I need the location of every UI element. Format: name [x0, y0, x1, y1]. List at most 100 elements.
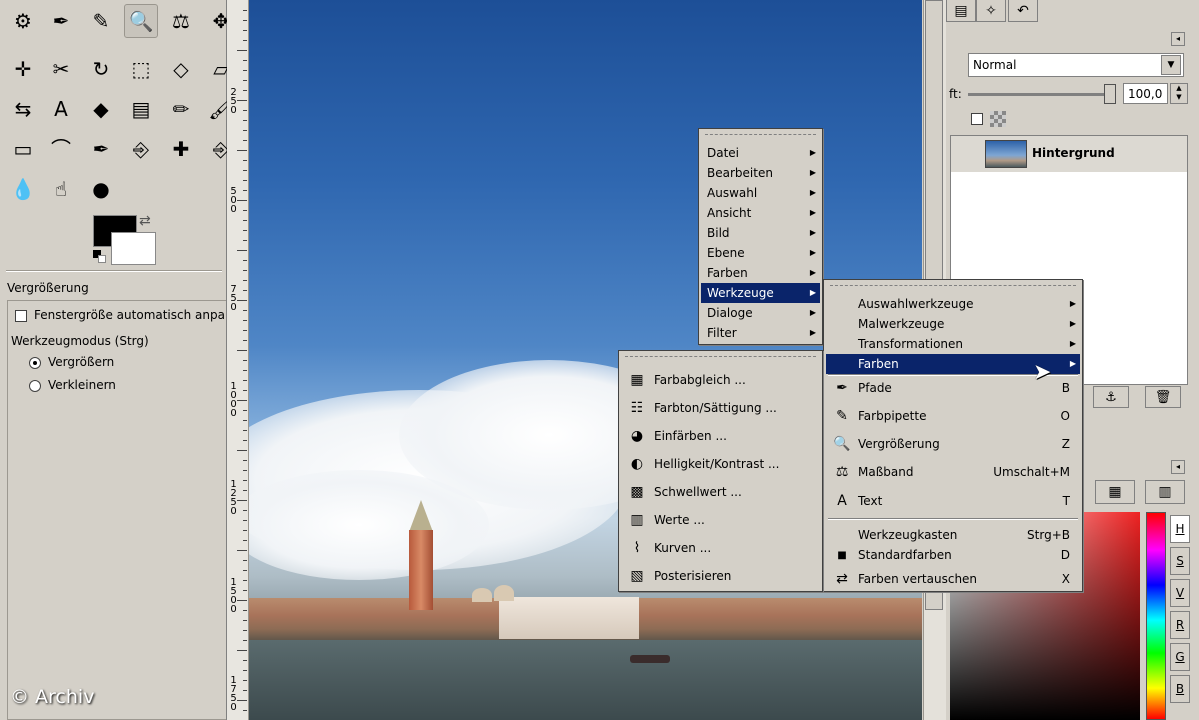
menu-item-label: Einfärben ...: [654, 429, 727, 443]
tools-menu-item[interactable]: Malwerkzeuge ▶: [826, 314, 1080, 334]
dock-menu-icon[interactable]: ◂: [1171, 460, 1185, 474]
zoom-in-radio[interactable]: [29, 357, 41, 369]
smudge-icon[interactable]: ☝: [44, 172, 78, 206]
channel-button-h[interactable]: H: [1170, 515, 1190, 543]
tools-menu-item[interactable]: A Text T: [826, 491, 1080, 511]
menu-item-label: Farben: [707, 266, 748, 280]
opacity-slider-handle[interactable]: [1104, 84, 1116, 104]
move-icon[interactable]: ✛: [6, 52, 40, 86]
tools-menu-item[interactable]: 🔍 Vergrößerung Z: [826, 434, 1080, 454]
rotate-icon[interactable]: ↻: [84, 52, 118, 86]
colors-menu-item[interactable]: ▩ Schwellwert ...: [621, 482, 820, 502]
tools-menu-item[interactable]: ✎ Farbpipette O: [826, 406, 1080, 426]
paths-tab-icon[interactable]: ✧: [976, 0, 1006, 22]
zoom-icon[interactable]: 🔍: [124, 4, 158, 38]
menu-shortcut: Umschalt+M: [993, 465, 1070, 479]
colors-menu-item[interactable]: ▦ Farbabgleich ...: [621, 370, 820, 390]
menu-item-label: Kurven ...: [654, 541, 712, 555]
vertical-ruler[interactable]: 2 5 05 0 07 5 01 0 0 01 2 5 01 5 0 01 7 …: [227, 0, 249, 720]
flip-icon[interactable]: ⇆: [6, 92, 40, 126]
ruler-tick: [243, 630, 247, 631]
color-palette-tab-icon[interactable]: ▦: [1095, 480, 1135, 504]
tearoff-line[interactable]: [625, 356, 816, 357]
colorize-icon: ◕: [630, 428, 644, 444]
delete-layer-icon[interactable]: 🗑: [1145, 386, 1181, 408]
menu-item-dialoge[interactable]: Dialoge ▶: [701, 303, 820, 323]
anchor-layer-icon[interactable]: ⚓: [1093, 386, 1129, 408]
perspective-icon[interactable]: ◇: [164, 52, 198, 86]
colors-menu-item[interactable]: ◕ Einfärben ...: [621, 426, 820, 446]
colors-menu-item[interactable]: ☷ Farbton/Sättigung ...: [621, 398, 820, 418]
measure-icon[interactable]: ⚖: [164, 4, 198, 38]
colors-menu-item[interactable]: ▥ Werte ...: [621, 510, 820, 530]
colors-menu-item[interactable]: ⌇ Kurven ...: [621, 538, 820, 558]
ruler-tick: [243, 360, 247, 361]
menu-item-bearbeiten[interactable]: Bearbeiten ▶: [701, 163, 820, 183]
zoom-out-radio[interactable]: [29, 380, 41, 392]
menu-item-filter[interactable]: Filter ▶: [701, 323, 820, 343]
colors-menu-item[interactable]: ▧ Posterisieren: [621, 566, 820, 586]
layer-mode-select[interactable]: Normal: [968, 53, 1184, 77]
blend-icon[interactable]: ▤: [124, 92, 158, 126]
menu-shortcut: Strg+B: [1027, 528, 1070, 542]
menu-item-auswahl[interactable]: Auswahl ▶: [701, 183, 820, 203]
dodge-burn-icon[interactable]: ●: [84, 172, 118, 206]
tools-menu-item[interactable]: ◾ Standardfarben D: [826, 545, 1080, 565]
dock-menu-icon[interactable]: ◂: [1171, 32, 1185, 46]
airbrush-icon[interactable]: ⌒: [44, 132, 78, 166]
undo-tab-icon[interactable]: ↶: [1008, 0, 1038, 22]
ink-icon[interactable]: ✒: [84, 132, 118, 166]
menu-item-ansicht[interactable]: Ansicht ▶: [701, 203, 820, 223]
menu-item-ebene[interactable]: Ebene ▶: [701, 243, 820, 263]
ruler-tick: [243, 610, 247, 611]
channel-button-s[interactable]: S: [1170, 547, 1190, 575]
text-icon[interactable]: A: [44, 92, 78, 126]
tools-menu-item[interactable]: ⚖ Maßband Umschalt+M: [826, 462, 1080, 482]
ruler-tick: [243, 30, 247, 31]
clone-icon[interactable]: ⎆: [124, 132, 158, 166]
menu-item-farben[interactable]: Farben ▶: [701, 263, 820, 283]
crop-icon[interactable]: ✂: [44, 52, 78, 86]
tearoff-line[interactable]: [705, 134, 816, 135]
color-scales-tab-icon[interactable]: ▥: [1145, 480, 1185, 504]
tools-menu-item[interactable]: ⇄ Farben vertauschen X: [826, 569, 1080, 589]
background-color-swatch[interactable]: [111, 232, 156, 265]
lock-alpha-checkbox[interactable]: [971, 113, 983, 125]
channel-button-g[interactable]: G: [1170, 643, 1190, 671]
swap-colors-icon[interactable]: ⇄: [139, 213, 151, 229]
opacity-stepper[interactable]: ▲ ▼: [1170, 83, 1188, 104]
hue-strip[interactable]: [1146, 512, 1166, 720]
default-colors-icon[interactable]: [93, 250, 107, 264]
auto-resize-checkbox[interactable]: [15, 310, 27, 322]
opacity-slider[interactable]: [968, 93, 1114, 96]
tearoff-line[interactable]: [830, 285, 1076, 286]
menu-item-werkzeuge[interactable]: Werkzeuge ▶: [701, 283, 820, 303]
channels-tab-icon[interactable]: ▤: [946, 0, 976, 22]
heal-icon[interactable]: ✚: [164, 132, 198, 166]
fuzzy-select-icon[interactable]: ⚙: [6, 4, 40, 38]
channel-button-v[interactable]: V: [1170, 579, 1190, 607]
ruler-tick: [243, 430, 247, 431]
color-picker-icon[interactable]: ✎: [84, 4, 118, 38]
eraser-icon[interactable]: ▭: [6, 132, 40, 166]
blur-icon[interactable]: 💧: [6, 172, 40, 206]
tools-menu-item[interactable]: Werkzeugkasten Strg+B: [826, 525, 1080, 545]
paths-icon[interactable]: ✒: [44, 4, 78, 38]
menu-shortcut: D: [1060, 548, 1070, 562]
ruler-tick: [243, 680, 247, 681]
pencil-icon[interactable]: ✏: [164, 92, 198, 126]
channel-button-b[interactable]: B: [1170, 675, 1190, 703]
opacity-input[interactable]: 100,0: [1123, 83, 1168, 104]
menu-item-label: Bild: [707, 226, 730, 240]
submenu-arrow-icon: ▶: [809, 148, 816, 157]
tools-menu-item[interactable]: Transformationen ▶: [826, 334, 1080, 354]
chevron-down-icon[interactable]: ▼: [1161, 55, 1181, 75]
bucket-fill-icon[interactable]: ◆: [84, 92, 118, 126]
tools-menu-item[interactable]: Auswahlwerkzeuge ▶: [826, 294, 1080, 314]
colors-menu-item[interactable]: ◐ Helligkeit/Kontrast ...: [621, 454, 820, 474]
menu-item-bild[interactable]: Bild ▶: [701, 223, 820, 243]
swap-colors-icon: ⇄: [836, 571, 848, 587]
scale-icon[interactable]: ⬚: [124, 52, 158, 86]
menu-item-datei[interactable]: Datei ▶: [701, 143, 820, 163]
channel-button-r[interactable]: R: [1170, 611, 1190, 639]
